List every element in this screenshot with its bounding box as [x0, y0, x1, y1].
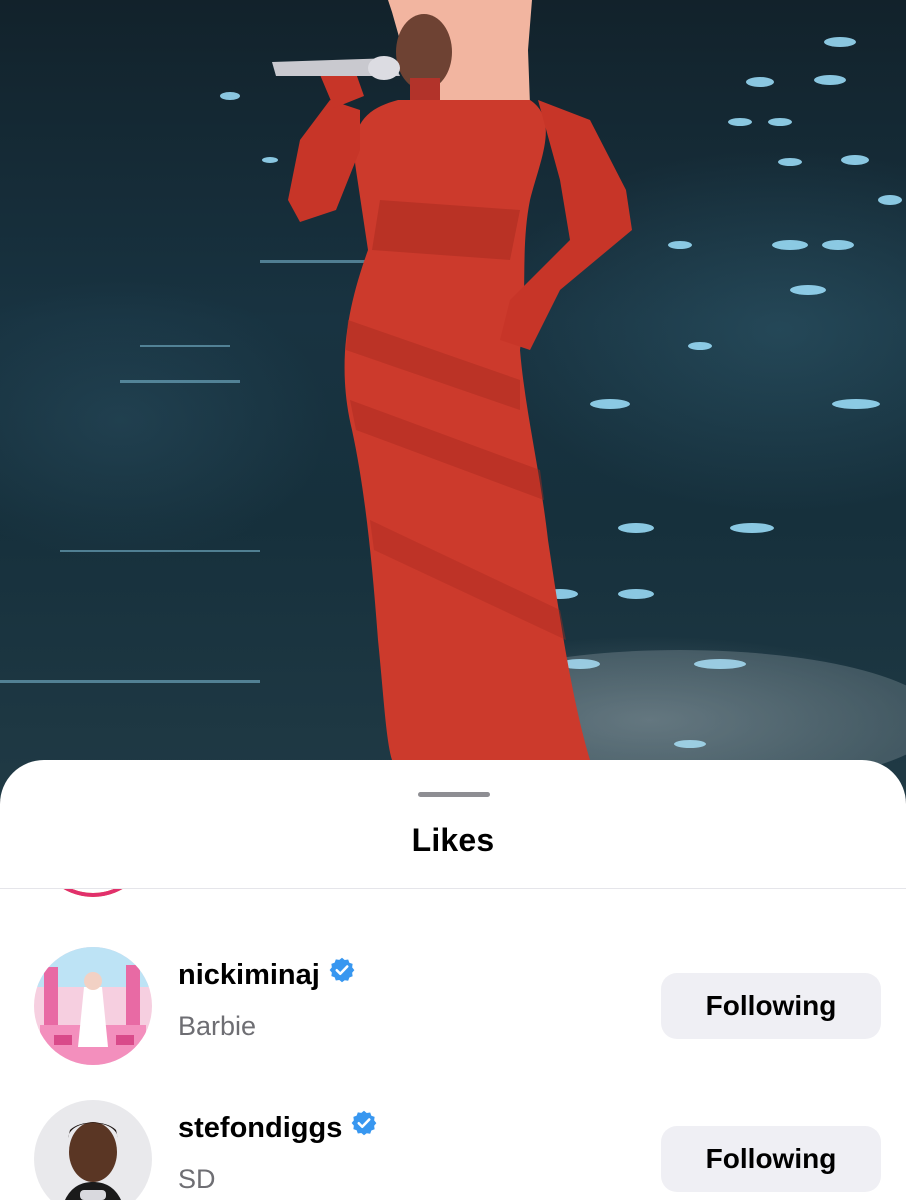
likes-list[interactable]: nickiminaj Barbie Following stefondiggs …: [0, 889, 906, 1200]
sheet-grabber-handle[interactable]: [418, 792, 490, 797]
avatar[interactable]: [34, 889, 152, 897]
post-photo: [0, 0, 906, 800]
username-text[interactable]: stefondiggs: [178, 1112, 342, 1144]
performer-image: [0, 0, 906, 790]
avatar[interactable]: [34, 1100, 152, 1200]
full-name: SD: [178, 1164, 216, 1194]
list-item[interactable]: stefondiggs SD Following: [0, 1094, 906, 1200]
sheet-title: Likes: [411, 822, 495, 858]
list-item-previous[interactable]: [0, 889, 906, 909]
full-name: Barbie: [178, 1011, 257, 1041]
avatar[interactable]: [34, 947, 152, 1065]
username[interactable]: stefondiggs: [178, 1109, 378, 1145]
list-item[interactable]: nickiminaj Barbie Following: [0, 941, 906, 1071]
verified-check-badge-icon: [350, 1109, 378, 1145]
following-button[interactable]: Following: [661, 1126, 881, 1192]
following-button[interactable]: Following: [661, 973, 881, 1039]
likes-sheet: Likes nickiminaj Barbie Following stefon…: [0, 760, 906, 1200]
username-text[interactable]: nickiminaj: [178, 959, 320, 991]
username[interactable]: nickiminaj: [178, 956, 356, 992]
verified-check-badge-icon: [328, 956, 356, 992]
